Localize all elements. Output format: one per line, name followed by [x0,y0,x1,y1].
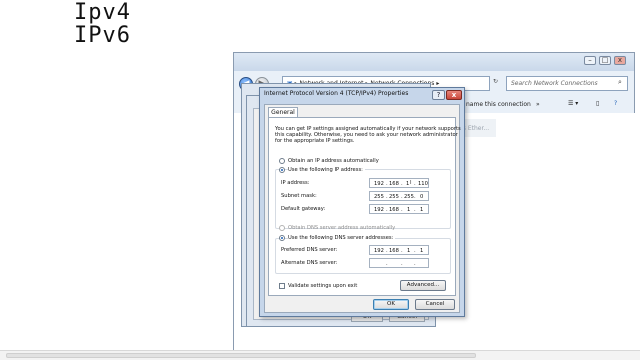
ip-address-field[interactable]: 192. 168. 1I. 110 [369,178,429,188]
subnet-octet-4: 0 [420,194,424,200]
dialog-title: Internet Protocol Version 4 (TCP/IPv4) P… [264,90,409,97]
help-button[interactable]: ? [432,90,445,100]
ip-octet-1: 192 [374,181,384,187]
ip-octet-3: 1 [406,181,410,187]
refresh-icon[interactable]: ↻ [493,78,498,85]
search-placeholder: Search Network Connections [511,80,598,87]
ok-button[interactable]: OK [373,299,409,310]
preferred-dns-field[interactable]: 192. 168. 1. 1 [369,245,429,255]
preferred-dns-label: Preferred DNS server: [281,247,338,253]
view-options-icon[interactable]: ☰ ▾ [568,100,578,107]
minimize-icon[interactable]: – [584,56,596,65]
validate-settings-checkbox[interactable] [279,283,285,289]
heading-ipv6: IPv6 [74,23,131,48]
search-icon[interactable]: ⌕ [618,78,622,87]
use-following-ip-label: Use the following IP address: [288,167,365,173]
intro-line-3: for the appropriate IP settings. [275,138,355,144]
general-tab-panel: You can get IP settings assigned automat… [268,117,461,296]
dialog-body: General You can get IP settings assigned… [264,104,461,313]
heading-ipv4: Ipv4 [74,0,131,25]
subnet-octet-1: 255 [374,194,384,200]
alternate-dns-label: Alternate DNS server: [281,260,338,266]
alternate-dns-field[interactable]: . . . [369,258,429,268]
preview-pane-icon[interactable]: ▯ [596,100,599,107]
subnet-mask-field[interactable]: 255. 255. 255. 0 [369,191,429,201]
gateway-octet-1: 192 [374,207,384,213]
gateway-octet-2: 168 [389,207,399,213]
use-following-dns-label: Use the following DNS server addresses: [288,235,396,241]
subnet-mask-label: Subnet mask: [281,193,317,199]
gateway-octet-4: 1 [420,207,424,213]
use-following-dns-radio[interactable] [279,235,285,241]
obtain-ip-auto-radio[interactable] [279,158,285,164]
horizontal-scrollbar[interactable] [0,350,640,360]
obtain-ip-auto-label: Obtain an IP address automatically [288,158,379,164]
close-window-icon[interactable]: x [614,56,626,65]
dns-settings-group [275,238,451,274]
breadcrumb-sep-icon: ▸ [436,80,440,87]
maximize-icon[interactable]: □ [599,56,611,65]
obtain-dns-auto-radio[interactable] [279,225,285,231]
scrollbar-thumb[interactable] [6,353,476,358]
advanced-button[interactable]: Advanced... [400,280,446,291]
ip-address-label: IP address: [281,180,310,186]
default-gateway-field[interactable]: 192. 168. 1. 1 [369,204,429,214]
ip-octet-4: 110 [418,181,428,187]
cancel-button[interactable]: Cancel [415,299,455,310]
help-icon[interactable]: ? [614,100,617,107]
close-button[interactable]: x [446,90,462,100]
more-commands-icon[interactable]: » [536,101,540,108]
ip-octet-2: 168 [389,181,399,187]
subnet-octet-2: 255 [389,194,399,200]
rename-connection-command[interactable]: name this connection [466,101,531,108]
pdns-octet-4: 1 [420,248,424,254]
pdns-octet-1: 192 [374,248,384,254]
pdns-octet-3: 1 [407,248,411,254]
pdns-octet-2: 168 [389,248,399,254]
obtain-dns-auto-label: Obtain DNS server address automatically [288,225,396,231]
search-input[interactable]: Search Network Connections [506,76,628,91]
use-following-ip-radio[interactable] [279,167,285,173]
ipv4-properties-dialog: Internet Protocol Version 4 (TCP/IPv4) P… [259,87,465,317]
text-cursor-icon: I [410,180,412,186]
validate-settings-label: Validate settings upon exit [288,283,358,289]
subnet-octet-3: 255 [404,194,414,200]
default-gateway-label: Default gateway: [281,206,326,212]
window-titlebar: – □ x [234,53,634,71]
gateway-octet-3: 1 [407,207,411,213]
